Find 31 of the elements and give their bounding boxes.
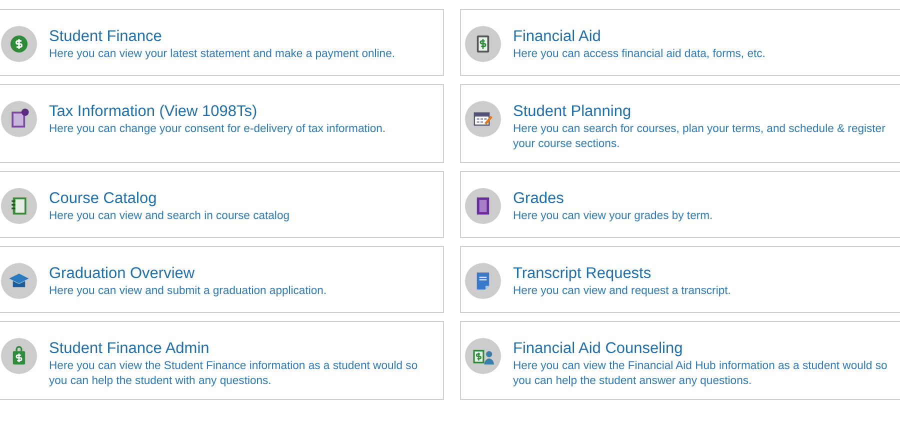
card-description: Here you can change your consent for e-delivery of tax information. [49, 122, 386, 137]
card-background[interactable]: Financial Aid Here you can access financial aid data, forms, etc. [460, 9, 900, 76]
card-title-link[interactable]: Student Planning [513, 102, 897, 122]
card-title-link[interactable]: Student Finance Admin [49, 339, 437, 359]
card-background[interactable]: Tax Information (View 1098Ts) Here you can change your consent for e-delivery of tax information. [0, 84, 444, 163]
coin-icon [8, 33, 30, 55]
card-title-link[interactable]: Grades [513, 189, 713, 209]
card-description: Here you can view the Student Finance information as a student would so you can help the student with any questions. [49, 359, 419, 389]
card-title-link[interactable]: Graduation Overview [49, 264, 327, 284]
card-background[interactable]: Course Catalog Here you can view and search in course catalog [0, 171, 444, 238]
card-description: Here you can view and submit a graduation application. [49, 284, 327, 299]
card-background[interactable]: Grades Here you can view your grades by term. [460, 171, 900, 238]
card-description: Here you can view your grades by term. [513, 209, 713, 224]
card-title-link[interactable]: Financial Aid [513, 27, 766, 47]
card-description: Here you can view and search in course catalog [49, 209, 290, 224]
card-background[interactable]: Student Planning Here you can search for courses, plan your terms, and schedule & register your course sections. [460, 84, 900, 163]
card-description: Here you can view your latest statement and make a payment online. [49, 47, 395, 62]
card-description: Here you can search for courses, plan your terms, and schedule & register your course sections. [513, 122, 886, 152]
card-description: Here you can view the Financial Aid Hub information as a student would so you can help the student answer any questions. [513, 359, 888, 389]
card-background[interactable]: Financial Aid Counseling Here you can view the Financial Aid Hub information as a student would so you can help the student answer any questions. [460, 321, 900, 400]
card-description: Here you can view and request a transcript. [513, 284, 731, 299]
card-title-link[interactable]: Course Catalog [49, 189, 290, 209]
card-background[interactable]: Transcript Requests Here you can view and request a transcript. [460, 246, 900, 313]
card-title-link[interactable]: Student Finance [49, 27, 395, 47]
card-background[interactable]: Student Finance Admin Here you can view the Student Finance information as a student would so you can help the student with any questions. [0, 321, 444, 400]
card-title-link[interactable]: Financial Aid Counseling [513, 339, 897, 359]
card-background[interactable]: Student Finance Here you can view your latest statement and make a payment online. [0, 9, 444, 76]
card-title-link[interactable]: Tax Information (View 1098Ts) [49, 102, 386, 122]
card-title-link[interactable]: Transcript Requests [513, 264, 731, 284]
card-background[interactable]: Graduation Overview Here you can view and submit a graduation application. [0, 246, 444, 313]
card-description: Here you can access financial aid data, forms, etc. [513, 47, 766, 62]
